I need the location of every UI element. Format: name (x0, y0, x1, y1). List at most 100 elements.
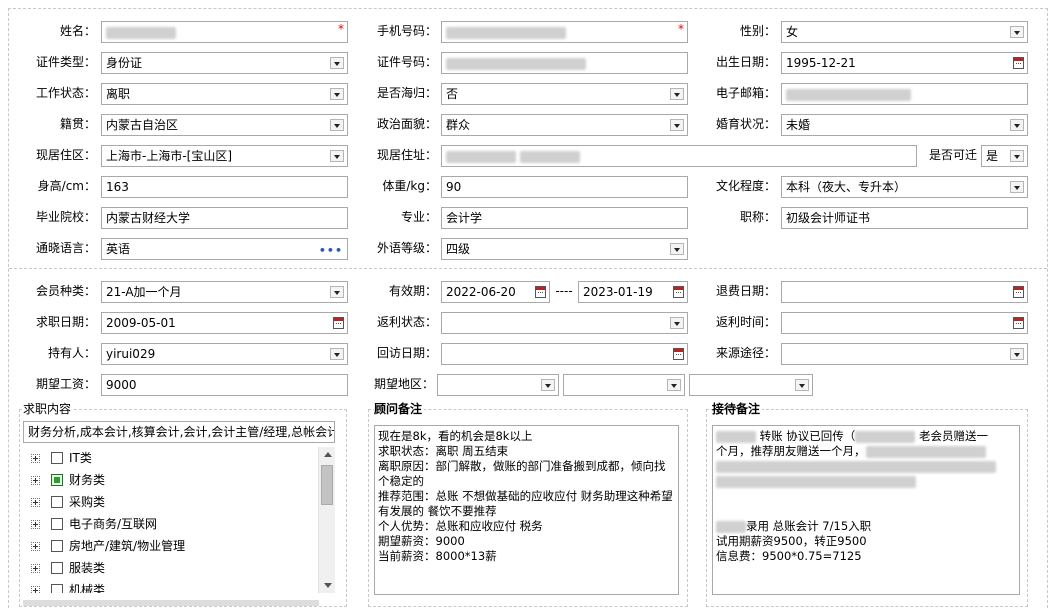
calendar-icon[interactable] (1013, 57, 1024, 69)
advisor-notes-textarea[interactable]: 现在是8k，看的机会是8k以上 求职状态：离职 周五结束 离职原因：部门解散，做… (374, 425, 679, 595)
tree-node[interactable]: 机械类 (23, 579, 335, 593)
chevron-down-icon[interactable] (1010, 181, 1024, 193)
checkbox[interactable] (51, 496, 63, 508)
chevron-down-icon[interactable] (670, 243, 684, 255)
lang-field[interactable]: 英语 ••• (101, 238, 348, 260)
expand-icon[interactable] (31, 498, 40, 507)
more-icon[interactable]: ••• (319, 241, 343, 259)
tree-node[interactable]: 房地产/建筑/物业管理 (23, 535, 335, 557)
salary-field[interactable]: 9000 (101, 374, 348, 396)
chevron-down-icon[interactable] (1010, 150, 1024, 162)
horizontal-scrollbar[interactable] (23, 600, 319, 606)
chevron-down-icon[interactable] (1010, 26, 1024, 38)
checkbox[interactable] (51, 452, 63, 464)
checkbox[interactable] (51, 540, 63, 552)
tree-node-label: 采购类 (69, 495, 106, 509)
rebate-time-field[interactable] (781, 312, 1028, 334)
workstatus-select[interactable]: 离职 (101, 83, 348, 105)
calendar-icon[interactable] (673, 348, 684, 360)
title-field[interactable]: 初级会计师证书 (781, 207, 1028, 229)
expand-icon[interactable] (31, 564, 40, 573)
expand-icon[interactable] (31, 542, 40, 551)
refund-date-field[interactable] (781, 281, 1028, 303)
reception-text: 个月，推荐朋友赠送一个月， (716, 444, 866, 458)
chevron-down-icon[interactable] (670, 119, 684, 131)
residence-select[interactable]: 上海市-上海市-[宝山区] (101, 145, 348, 167)
chevron-down-icon[interactable] (1010, 119, 1024, 131)
expand-icon[interactable] (31, 520, 40, 529)
political-select[interactable]: 群众 (441, 114, 688, 136)
tree-node-label: 房地产/建筑/物业管理 (69, 539, 186, 553)
gender-select[interactable]: 女 (781, 21, 1028, 43)
weight-field[interactable]: 90 (441, 176, 688, 198)
checkbox[interactable] (51, 562, 63, 574)
chevron-down-icon[interactable] (795, 379, 809, 391)
job-summary-field[interactable]: 财务分析,成本会计,核算会计,会计,会计主管/经理,总帐会计 (23, 421, 335, 443)
calendar-icon[interactable] (333, 317, 344, 329)
reception-text: 录用 总账会计 7/15入职 (746, 519, 872, 533)
address-field[interactable] (441, 145, 917, 167)
source-select[interactable] (781, 343, 1028, 365)
tree-scrollbar[interactable] (318, 447, 335, 593)
reception-line: 信息费：9500*0.75=7125 (716, 549, 862, 563)
reception-notes-textarea[interactable]: 转账 协议已回传（ 老会员赠送一 个月，推荐朋友赠送一个月， 录用 总账会计 7… (712, 425, 1020, 595)
calendar-icon[interactable] (1013, 317, 1024, 329)
rebate-status-select[interactable] (441, 312, 688, 334)
tree-node[interactable]: 采购类 (23, 491, 335, 513)
valid-to-field[interactable]: 2023-01-19 (578, 281, 688, 303)
marital-select[interactable]: 未婚 (781, 114, 1028, 136)
chevron-down-icon[interactable] (330, 150, 344, 162)
region-province-select[interactable] (437, 374, 559, 396)
chevron-down-icon[interactable] (541, 379, 555, 391)
valid-from-field[interactable]: 2022-06-20 (441, 281, 550, 303)
chevron-down-icon[interactable] (330, 348, 344, 360)
tree-node[interactable]: 电子商务/互联网 (23, 513, 335, 535)
chevron-down-icon[interactable] (330, 88, 344, 100)
email-field[interactable] (781, 83, 1028, 105)
expand-icon[interactable] (31, 454, 40, 463)
edu-select[interactable]: 本科（夜大、专升本） (781, 176, 1028, 198)
tree-node[interactable]: 服装类 (23, 557, 335, 579)
major-field[interactable]: 会计学 (441, 207, 688, 229)
checkbox[interactable] (51, 518, 63, 530)
chevron-down-icon[interactable] (670, 317, 684, 329)
chevron-down-icon[interactable] (330, 286, 344, 298)
chevron-down-icon[interactable] (670, 88, 684, 100)
region-city-select[interactable] (563, 374, 685, 396)
chevron-down-icon[interactable] (1010, 348, 1024, 360)
idtype-label: 证件类型： (35, 55, 96, 69)
tree-node-label: 财务类 (69, 473, 106, 487)
checkbox-checked[interactable] (51, 474, 63, 486)
tree-node[interactable]: 财务类 (23, 469, 335, 491)
height-field[interactable]: 163 (101, 176, 348, 198)
scroll-thumb[interactable] (321, 465, 333, 505)
calendar-icon[interactable] (535, 286, 546, 298)
school-field[interactable]: 内蒙古财经大学 (101, 207, 348, 229)
tree-node[interactable]: IT类 (23, 447, 335, 469)
calendar-icon[interactable] (673, 286, 684, 298)
jobdate-value: 2009-05-01 (106, 316, 176, 330)
chevron-down-icon[interactable] (330, 119, 344, 131)
phone-field[interactable]: * (441, 21, 688, 43)
checkbox[interactable] (51, 584, 63, 593)
idtype-select[interactable]: 身份证 (101, 52, 348, 74)
holder-select[interactable]: yirui029 (101, 343, 348, 365)
visit-date-field[interactable] (441, 343, 688, 365)
foreign-select[interactable]: 四级 (441, 238, 688, 260)
jobdate-field[interactable]: 2009-05-01 (101, 312, 348, 334)
returnee-select[interactable]: 否 (441, 83, 688, 105)
chevron-down-icon[interactable] (667, 379, 681, 391)
native-select[interactable]: 内蒙古自治区 (101, 114, 348, 136)
calendar-icon[interactable] (1013, 286, 1024, 298)
member-type-select[interactable]: 21-A加一个月 (101, 281, 348, 303)
expand-icon[interactable] (31, 476, 40, 485)
canchange-select[interactable]: 是 (981, 145, 1028, 167)
birth-date-field[interactable]: 1995-12-21 (781, 52, 1028, 74)
expand-icon[interactable] (31, 586, 40, 593)
region-district-select[interactable] (689, 374, 813, 396)
name-field[interactable]: * (101, 21, 348, 43)
chevron-down-icon[interactable] (330, 57, 344, 69)
scroll-down-icon[interactable] (324, 583, 332, 588)
idno-field[interactable] (441, 52, 688, 74)
scroll-up-icon[interactable] (324, 452, 332, 457)
